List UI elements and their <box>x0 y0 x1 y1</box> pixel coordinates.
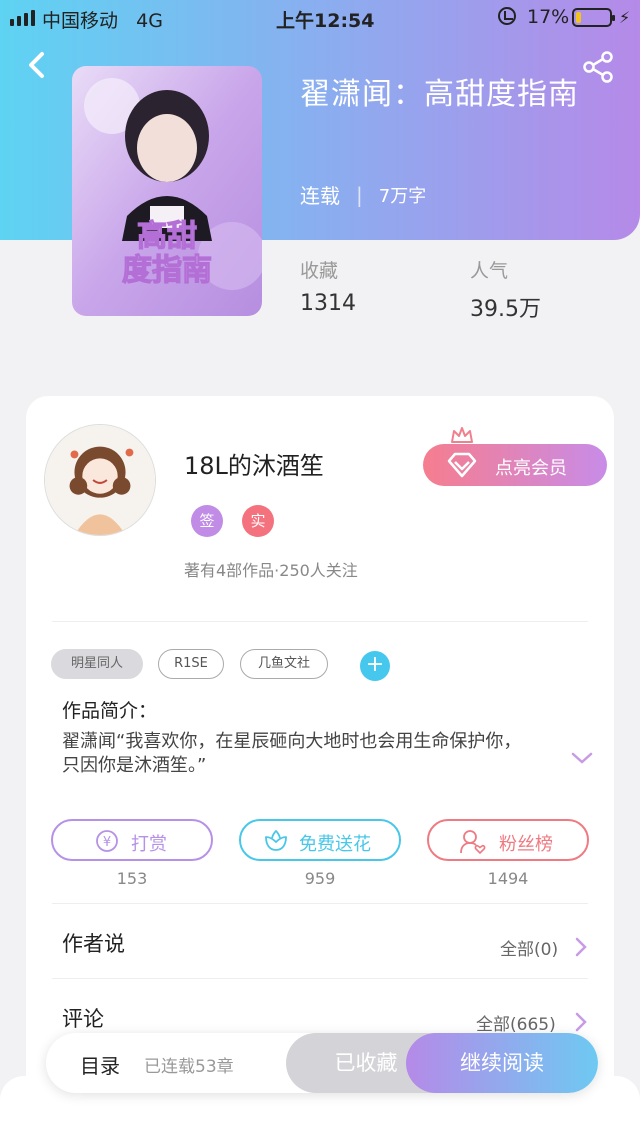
divider <box>52 903 588 904</box>
tag-chip[interactable]: 几鱼文社 <box>240 649 328 679</box>
comments-link[interactable]: 全部(665) <box>476 1010 556 1035</box>
flower-count: 959 <box>304 869 336 888</box>
stat-value: 39.5万 <box>470 297 541 322</box>
chapter-count: 已连载53章 <box>144 1057 234 1077</box>
status-time: 上午12:54 <box>276 10 375 32</box>
add-tag-icon[interactable]: + <box>360 651 390 681</box>
intro-text: 翟潇闻“我喜欢你，在星辰砸向大地时也会用生命保护你，只因你是沐酒笙。” <box>62 731 522 776</box>
divider <box>52 978 588 979</box>
bottom-action-bar: 目录 已连载53章 已收藏 继续阅读 <box>46 1033 598 1093</box>
signal-icon <box>10 10 35 26</box>
signed-badge: 签 <box>191 505 223 537</box>
svg-text:¥: ¥ <box>103 835 111 850</box>
tag-chip[interactable]: R1SE <box>158 649 224 679</box>
tip-label: 打赏 <box>131 834 167 855</box>
tip-button[interactable]: ¥ 打赏 <box>51 819 213 861</box>
stat-favorites: 收藏 1314 <box>300 256 356 316</box>
comments-heading: 评论 <box>62 1007 104 1031</box>
fan-ranking-label: 粉丝榜 <box>499 834 553 855</box>
yen-coin-icon: ¥ <box>96 830 118 852</box>
status-bar: 中国移动 4G 上午12:54 17% ⚡ <box>0 0 640 36</box>
book-cover-image[interactable]: 高甜 度指南 <box>72 66 262 316</box>
fan-ranking-button[interactable]: 粉丝榜 <box>427 819 589 861</box>
flower-icon <box>265 829 287 851</box>
intro-heading: 作品简介： <box>62 700 158 722</box>
send-flower-button[interactable]: 免费送花 <box>239 819 401 861</box>
stat-label: 人气 <box>470 260 509 282</box>
vip-button-label: 点亮会员 <box>495 458 567 479</box>
serial-status: 连载 <box>300 184 340 208</box>
tag-chip[interactable]: 明星同人 <box>51 649 143 679</box>
rotation-lock-icon <box>498 7 516 25</box>
battery-icon <box>572 8 615 27</box>
chevron-right-icon[interactable] <box>574 1011 588 1033</box>
separator: | <box>356 182 363 207</box>
author-name[interactable]: 18L的沐酒笙 <box>184 446 324 481</box>
book-title: 翟潇闻：高甜度指南 <box>300 77 579 112</box>
tip-count: 153 <box>116 869 148 888</box>
toc-button[interactable]: 目录 <box>80 1050 120 1079</box>
stat-label: 收藏 <box>300 260 339 282</box>
author-says-link[interactable]: 全部(0) <box>500 935 558 960</box>
diamond-icon <box>447 452 477 478</box>
author-avatar[interactable] <box>44 424 156 536</box>
author-says-heading: 作者说 <box>62 932 125 956</box>
send-flower-label: 免费送花 <box>299 834 371 855</box>
chevron-right-icon[interactable] <box>574 936 588 958</box>
battery-percent: 17% <box>527 6 570 28</box>
svg-text:度指南: 度指南 <box>122 253 212 288</box>
verified-badge: 实 <box>242 505 274 537</box>
expand-chevron-icon[interactable] <box>570 750 594 766</box>
author-meta: 著有4部作品·250人关注 <box>184 561 358 580</box>
word-count: 7万字 <box>378 185 427 207</box>
stat-popularity: 人气 39.5万 <box>470 256 541 323</box>
continue-reading-button[interactable]: 继续阅读 <box>406 1033 598 1093</box>
carrier-label: 中国移动 4G <box>42 10 163 32</box>
stat-value: 1314 <box>300 291 356 316</box>
fan-user-icon <box>460 830 486 855</box>
book-status-line: 连载 | 7万字 <box>300 180 426 209</box>
charging-icon: ⚡ <box>619 8 631 27</box>
vip-button[interactable]: 点亮会员 <box>423 444 607 486</box>
back-arrow-icon[interactable] <box>22 50 52 80</box>
fan-count: 1494 <box>487 869 529 888</box>
crown-icon <box>451 427 473 443</box>
divider <box>52 621 588 622</box>
svg-text:高甜: 高甜 <box>137 219 197 254</box>
